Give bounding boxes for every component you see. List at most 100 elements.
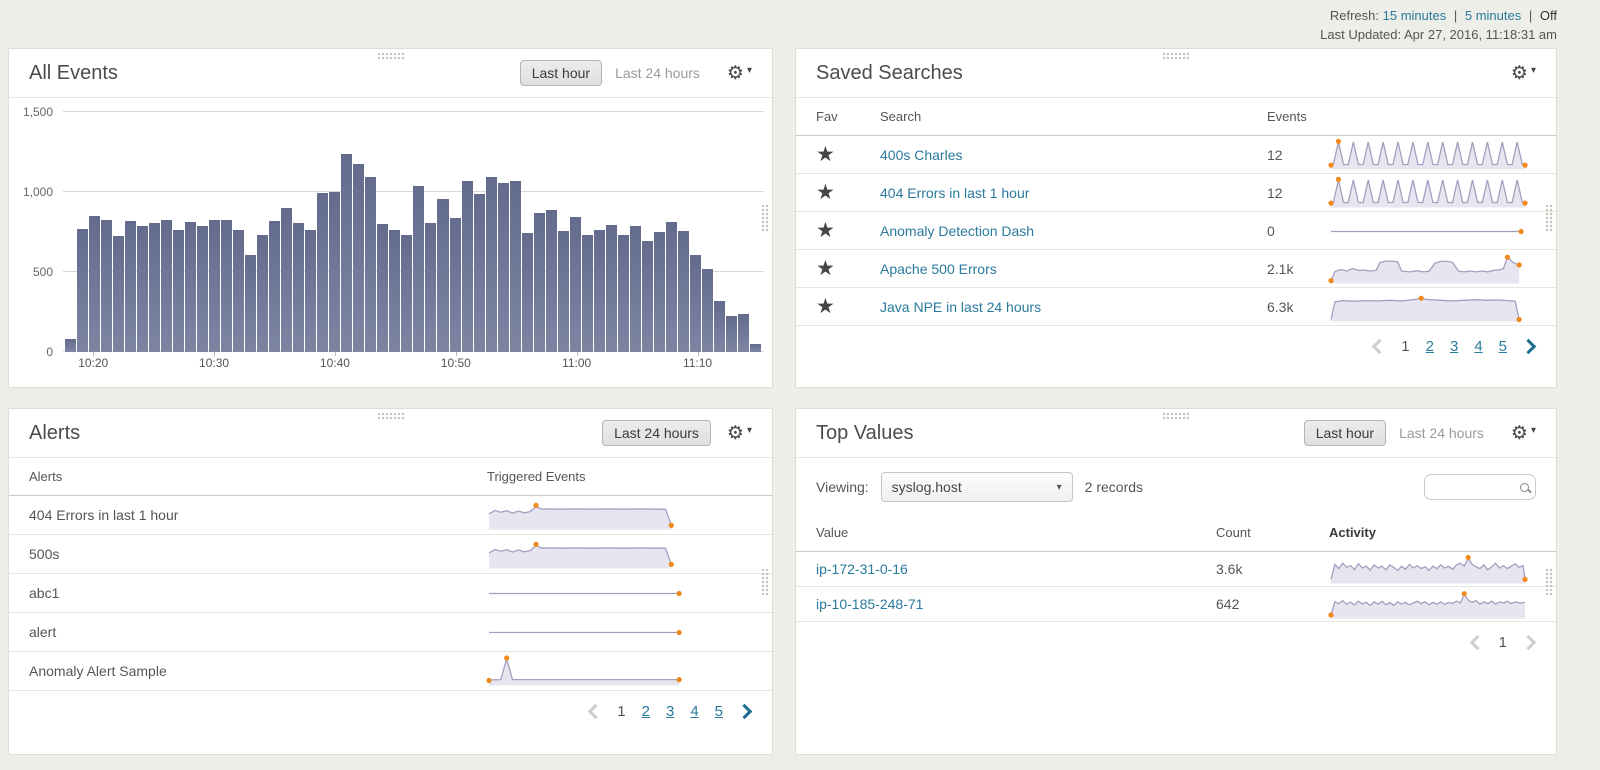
panel-resize-handle[interactable]: [1545, 568, 1554, 596]
bar: [714, 301, 725, 352]
bar: [65, 339, 76, 352]
bar: [341, 154, 352, 352]
top-value-link[interactable]: ip-172-31-0-16: [816, 561, 908, 577]
page-number-link[interactable]: 4: [690, 703, 698, 720]
page-number-link[interactable]: 5: [715, 703, 723, 720]
sparkline-marker-dot: [1328, 278, 1333, 283]
table-row: ★404 Errors in last 1 hour12: [796, 174, 1556, 212]
filter-search-box[interactable]: [1424, 474, 1536, 500]
sparkline-chart: [487, 574, 687, 612]
y-axis-tick-label: 0: [9, 345, 53, 359]
sparkline-marker-dot: [1522, 577, 1527, 582]
pagination: 12345: [796, 326, 1556, 367]
time-range-last-hour-button[interactable]: Last hour: [1304, 420, 1386, 446]
bar: [450, 218, 461, 352]
separator: |: [1529, 8, 1532, 23]
panel-resize-handle[interactable]: [761, 568, 770, 596]
bar: [630, 226, 641, 352]
bar: [750, 344, 761, 352]
settings-gear-icon[interactable]: ⚙ ▾: [1511, 424, 1536, 443]
sparkline-marker-dot: [533, 503, 538, 508]
alert-name: alert: [29, 624, 487, 640]
panel-title: Alerts: [29, 422, 80, 445]
favorite-star-icon[interactable]: ★: [816, 181, 835, 204]
settings-gear-icon[interactable]: ⚙ ▾: [1511, 64, 1536, 83]
saved-search-link[interactable]: 400s Charles: [880, 147, 963, 163]
time-range-toggle: Last hourLast 24 hours: [520, 60, 711, 86]
sparkline-marker-dot: [1462, 591, 1467, 596]
panel-title: Top Values: [816, 422, 913, 445]
settings-gear-icon[interactable]: ⚙ ▾: [727, 424, 752, 443]
panel-drag-handle[interactable]: [377, 412, 405, 421]
settings-gear-icon[interactable]: ⚙ ▾: [727, 64, 752, 83]
x-axis: 10:2010:3010:4010:5011:0011:10: [63, 352, 764, 374]
table-row: ip-10-185-248-71642: [796, 587, 1556, 622]
refresh-5-minutes-link[interactable]: 5 minutes: [1465, 8, 1521, 23]
favorite-star-icon[interactable]: ★: [816, 257, 835, 280]
page-number-link[interactable]: 2: [642, 703, 650, 720]
page-number-link[interactable]: 2: [1426, 338, 1434, 355]
time-range-last-24-hours-button[interactable]: Last 24 hours: [604, 61, 711, 85]
page-number-link[interactable]: 5: [1499, 338, 1507, 355]
sparkline-chart: [1329, 288, 1529, 326]
favorite-star-icon[interactable]: ★: [816, 143, 835, 166]
bar: [329, 192, 340, 352]
sparkline-marker-dot: [1517, 262, 1522, 267]
page-next-button[interactable]: [737, 704, 753, 720]
search-icon: [1520, 483, 1529, 492]
panel-drag-handle[interactable]: [1162, 412, 1190, 421]
alert-name: abc1: [29, 585, 487, 601]
bar: [269, 221, 280, 352]
bar: [582, 235, 593, 352]
table-row: ★Anomaly Detection Dash0: [796, 212, 1556, 250]
saved-search-link[interactable]: Anomaly Detection Dash: [880, 223, 1034, 239]
gear-icon: ⚙: [1511, 424, 1528, 443]
gear-icon: ⚙: [727, 64, 744, 83]
bar: [498, 183, 509, 352]
bar: [558, 231, 569, 352]
bar: [161, 220, 172, 352]
saved-search-link[interactable]: Apache 500 Errors: [880, 261, 997, 277]
column-header-alerts: Alerts: [29, 469, 487, 484]
favorite-star-icon[interactable]: ★: [816, 219, 835, 242]
sparkline-chart: [1329, 136, 1529, 174]
panel-resize-handle[interactable]: [1545, 204, 1554, 232]
time-range-last-24-hours-button[interactable]: Last 24 hours: [602, 420, 711, 446]
column-header-triggered-events: Triggered Events: [487, 469, 752, 484]
table-row: abc1: [9, 574, 772, 613]
bar: [281, 208, 292, 352]
bar: [474, 194, 485, 352]
time-range-last-hour-button[interactable]: Last hour: [520, 60, 602, 86]
field-select-dropdown[interactable]: syslog.host ▾: [881, 472, 1073, 502]
time-range-last-24-hours-button[interactable]: Last 24 hours: [1388, 421, 1495, 445]
page-next-button[interactable]: [1521, 339, 1537, 355]
bar: [510, 181, 521, 352]
alert-name: 404 Errors in last 1 hour: [29, 507, 487, 523]
bar: [425, 223, 436, 352]
refresh-15-minutes-link[interactable]: 15 minutes: [1383, 8, 1447, 23]
page-next-button: [1521, 635, 1537, 651]
table-row: 500s: [9, 535, 772, 574]
panel-drag-handle[interactable]: [377, 52, 405, 61]
saved-search-link[interactable]: Java NPE in last 24 hours: [880, 299, 1041, 315]
top-value-link[interactable]: ip-10-185-248-71: [816, 596, 923, 612]
separator: |: [1454, 8, 1457, 23]
refresh-off-option[interactable]: Off: [1540, 8, 1557, 23]
all-events-bar-chart[interactable]: 05001,0001,500: [9, 112, 768, 352]
favorite-star-icon[interactable]: ★: [816, 295, 835, 318]
bars-container: [65, 112, 762, 352]
bar: [726, 316, 737, 352]
all-events-panel: All Events Last hourLast 24 hours ⚙ ▾ 05…: [8, 48, 773, 388]
sparkline-chart: [1329, 550, 1529, 588]
search-input[interactable]: [1431, 479, 1520, 495]
page-number-link[interactable]: 3: [1450, 338, 1458, 355]
bar: [642, 241, 653, 352]
bar: [377, 224, 388, 352]
page-number-link[interactable]: 4: [1474, 338, 1482, 355]
bar: [173, 230, 184, 352]
page-number-link[interactable]: 3: [666, 703, 674, 720]
saved-search-link[interactable]: 404 Errors in last 1 hour: [880, 185, 1029, 201]
bar: [197, 226, 208, 352]
bar: [534, 213, 545, 352]
panel-drag-handle[interactable]: [1162, 52, 1190, 61]
